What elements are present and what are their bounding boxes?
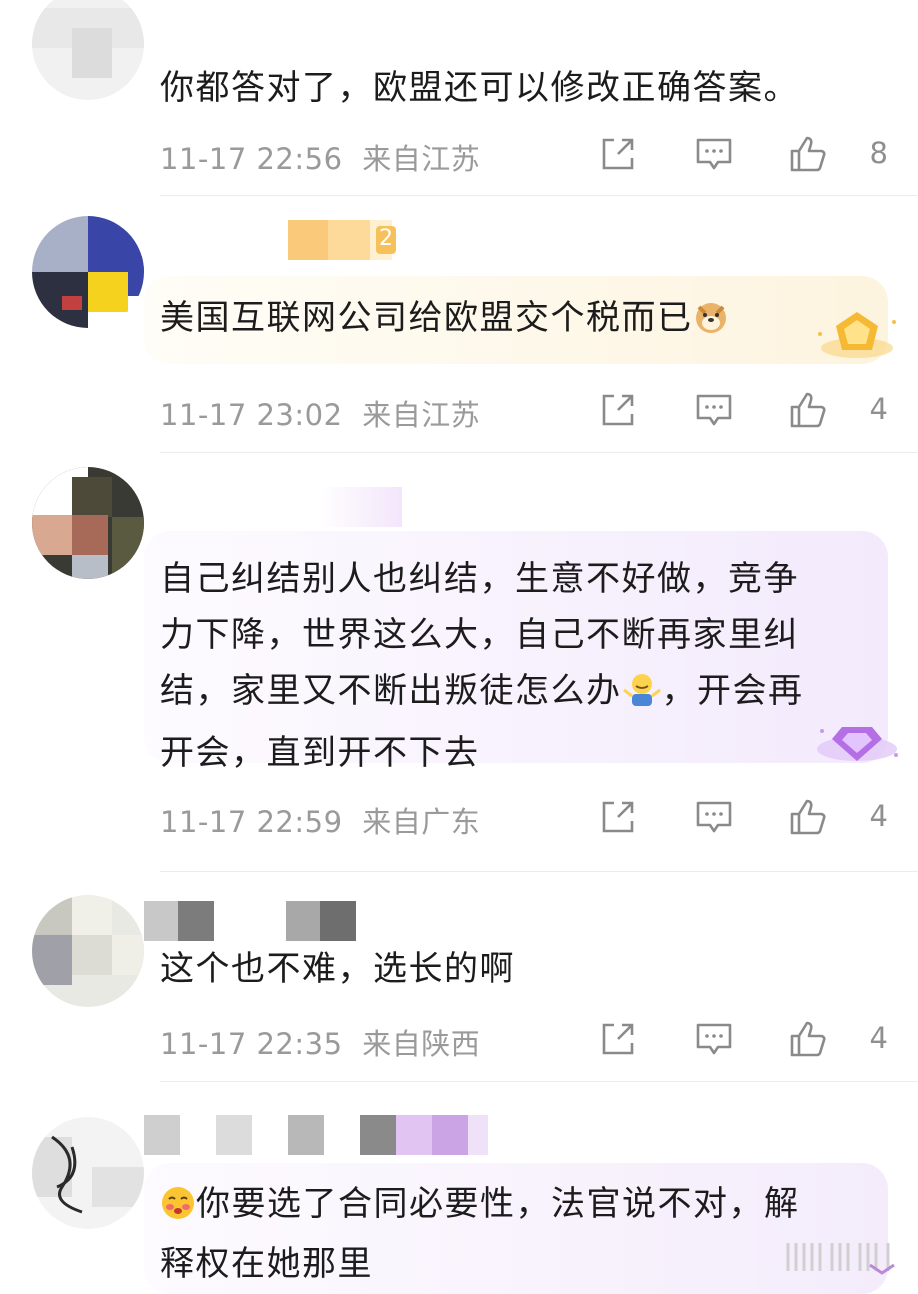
username-blurred[interactable] [144,901,356,941]
like-icon[interactable] [788,1019,828,1059]
avatar[interactable] [32,895,144,1007]
avatar[interactable] [32,0,144,100]
comment-time: 11-17 22:56 [160,142,343,176]
share-icon[interactable] [598,134,638,174]
comment-icon[interactable] [694,390,734,430]
like-count: 4 [869,799,888,833]
divider [160,195,918,196]
like-icon[interactable] [788,797,828,837]
like-icon[interactable] [788,134,828,174]
comment-text: 美国互联网公司给欧盟交个税而已 [160,296,848,347]
comment-icon[interactable] [694,134,734,174]
username-blurred[interactable] [144,1115,488,1155]
gold-crown-badge [812,304,902,368]
comment-location: 来自江苏 [362,398,481,432]
comment-location: 来自江苏 [362,142,481,176]
like-icon[interactable] [788,390,828,430]
comment-actions: 8 [598,134,888,178]
blush-emoji [160,1183,196,1237]
divider [160,1081,918,1082]
comment-icon[interactable] [694,1019,734,1059]
avatar[interactable] [32,467,144,579]
doge-emoji [693,299,729,347]
shrug-emoji [622,669,662,725]
like-count: 8 [869,136,888,170]
comment-item: 你要选了合同必要性，法官说不对，解 释权在她那里 [0,1085,918,1294]
comment-item: 自己纠结别人也纠结，生意不好做，竞争 力下降，世界这么大，自己不断再家里纠 结，… [0,455,918,875]
avatar[interactable] [32,216,144,328]
comment-time: 11-17 22:59 [160,805,343,839]
divider [160,452,918,453]
divider [160,871,918,872]
comment-text: 你要选了合同必要性，法官说不对，解 释权在她那里 [160,1183,800,1284]
share-icon[interactable] [598,797,638,837]
avatar[interactable] [32,1117,144,1229]
comment-location: 来自陕西 [362,1027,481,1061]
comment-time: 11-17 23:02 [160,398,343,432]
comment-time: 11-17 22:35 [160,1027,343,1061]
comment-item: 你都答对了，欧盟还可以修改正确答案。 11-17 22:56 来自江苏 8 [0,0,918,200]
username-blurred[interactable] [318,487,402,527]
comment-actions: 4 [598,1019,888,1063]
comment-text: 自己纠结别人也纠结，生意不好做，竞争 力下降，世界这么大，自己不断再家里纠 结，… [160,559,804,773]
comment-icon[interactable] [694,797,734,837]
like-count: 4 [869,392,888,426]
comment-meta: 11-17 22:56 来自江苏 [160,136,480,178]
purple-diamond-badge [812,709,902,773]
share-icon[interactable] [598,390,638,430]
comment-meta: 11-17 22:59 来自广东 [160,799,480,841]
like-count: 4 [869,1021,888,1055]
username-blurred[interactable]: 2 [288,220,396,260]
comment-actions: 4 [598,390,888,434]
comment-item: 这个也不难，选长的啊 11-17 22:35 来自陕西 4 [0,875,918,1085]
comment-location: 来自广东 [362,805,481,839]
watermark [780,1235,900,1275]
level-badge: 2 [376,226,396,254]
share-icon[interactable] [598,1019,638,1059]
comment-text: 这个也不难，选长的啊 [160,949,515,989]
comment-text: 你都答对了，欧盟还可以修改正确答案。 [160,68,799,108]
comment-meta: 11-17 23:02 来自江苏 [160,392,480,434]
comment-actions: 4 [598,797,888,841]
comment-meta: 11-17 22:35 来自陕西 [160,1021,480,1063]
comment-item: 2 美国互联网公司给欧盟交个税而已 11-17 23:02 来自江苏 4 [0,200,918,455]
